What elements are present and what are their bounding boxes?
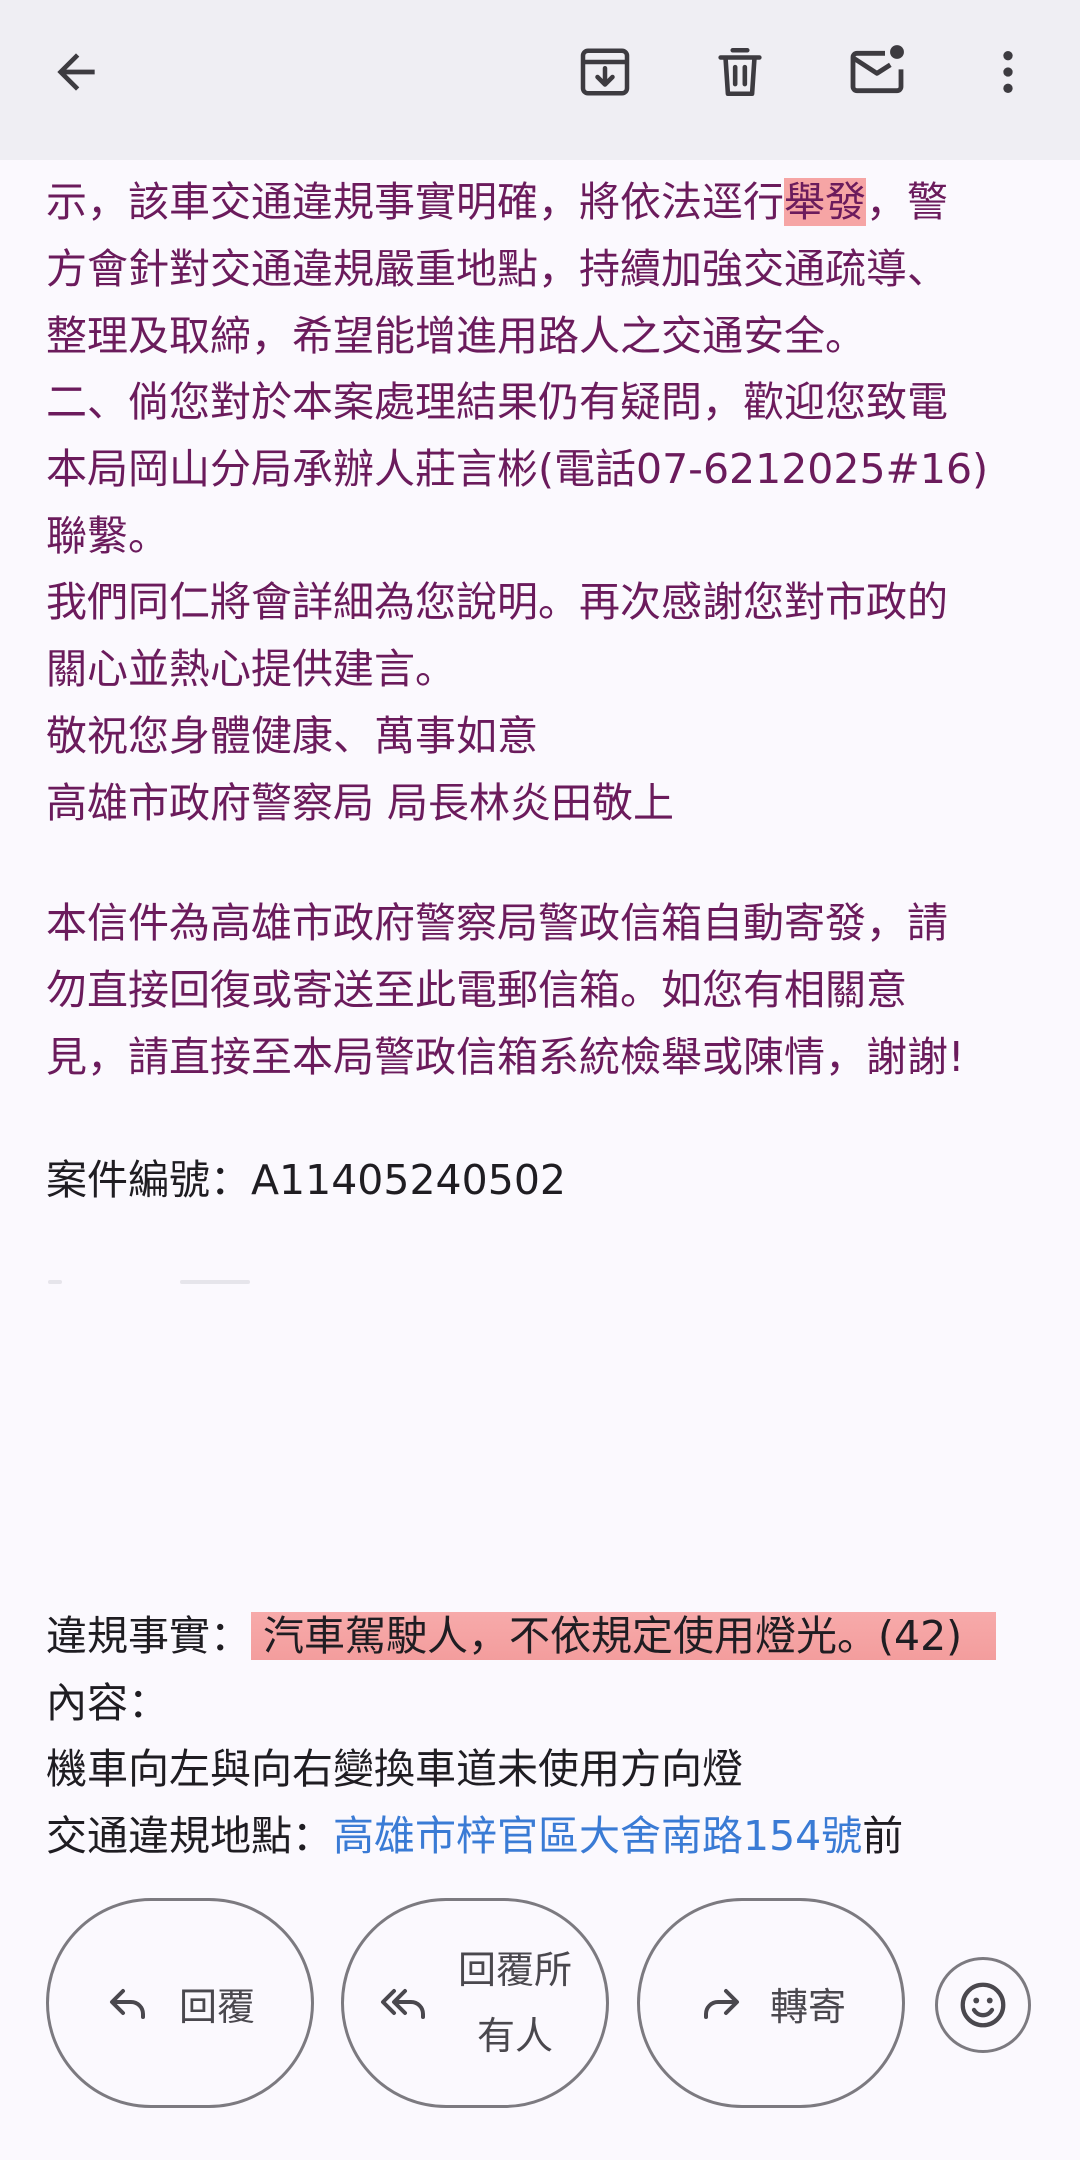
case-number: 案件編號：A11405240502: [46, 1156, 566, 1204]
reply-actions-bar: 回覆 回覆所 有人 轉寄: [0, 1860, 1080, 2160]
email-body: 示，該車交通違規事實明確，將依法逕行舉發，警 方會針對交通違規嚴重地點，持續加強…: [0, 160, 1080, 1860]
signature-line: 高雄市政府警察局 局長林炎田敬上: [46, 779, 675, 827]
forward-label: 轉寄: [769, 1984, 846, 2029]
body-line: 示，該車交通違規事實明確，將依法逕行舉發，警: [46, 178, 948, 226]
violation-fact-highlight: 汽車駕駛人，不依規定使用燈光。(42): [251, 1612, 997, 1660]
body-line: 我們同仁將會詳細為您說明。再次感謝您對市政的: [46, 578, 948, 626]
reply-icon: [105, 1979, 153, 2027]
violation-fact: 違規事實： 汽車駕駛人，不依規定使用燈光。(42): [46, 1606, 997, 1666]
add-reaction-smiley-icon: [960, 1982, 1006, 2028]
body-line: 整理及取締，希望能增進用路人之交通安全。: [46, 312, 866, 360]
location-link[interactable]: 高雄市梓官區大舍南路154號: [333, 1812, 862, 1860]
body-line: 本局岡山分局承辦人莊言彬(電話07-6212025#16): [46, 445, 989, 493]
archive-button[interactable]: [557, 24, 653, 120]
body-line: 敬祝您身體健康、萬事如意: [46, 712, 538, 760]
mark-unread-mail-icon: [850, 45, 904, 94]
more-options-button[interactable]: [960, 24, 1056, 120]
delete-button[interactable]: [692, 24, 788, 120]
body-line: 方會針對交通違規嚴重地點，持續加強交通疏導、: [46, 245, 948, 293]
trash-icon: [718, 47, 762, 97]
top-app-bar: [0, 0, 1080, 160]
reply-all-label: 回覆所 有人: [457, 1948, 572, 2058]
reply-all-button[interactable]: 回覆所 有人: [341, 1898, 609, 2108]
reply-all-icon: [378, 1979, 432, 2027]
body-line: 關心並熱心提供建言。: [46, 645, 456, 693]
violation-location: 交通違規地點：高雄市梓官區大舍南路154號前: [46, 1812, 904, 1860]
notice-line: 見，請直接至本局警政信箱系統檢舉或陳情，謝謝!: [46, 1033, 965, 1081]
reply-label: 回覆: [178, 1984, 255, 2029]
more-vert-icon: [1003, 51, 1013, 93]
content-value: 機車向左與向右變換車道未使用方向燈: [46, 1745, 743, 1793]
back-button[interactable]: [28, 24, 124, 120]
highlighted-keyword: 舉發: [784, 178, 866, 226]
notice-line: 本信件為高雄市政府警察局警政信箱自動寄發，請: [46, 899, 948, 947]
forward-button[interactable]: 轉寄: [637, 1898, 905, 2108]
arrow-back-icon: [57, 53, 95, 91]
redaction-mark: [48, 1280, 62, 1284]
forward-icon: [696, 1979, 744, 2027]
redaction-mark: [180, 1280, 250, 1284]
reply-button[interactable]: 回覆: [46, 1898, 314, 2108]
mark-unread-button[interactable]: [829, 24, 925, 120]
content-label: 內容：: [46, 1679, 169, 1727]
archive-icon: [580, 48, 630, 96]
add-reaction-button[interactable]: [935, 1957, 1031, 2053]
notice-line: 勿直接回復或寄送至此電郵信箱。如您有相關意: [46, 966, 907, 1014]
body-line: 二、倘您對於本案處理結果仍有疑問，歡迎您致電: [46, 378, 948, 426]
body-line: 聯繫。: [46, 512, 169, 560]
